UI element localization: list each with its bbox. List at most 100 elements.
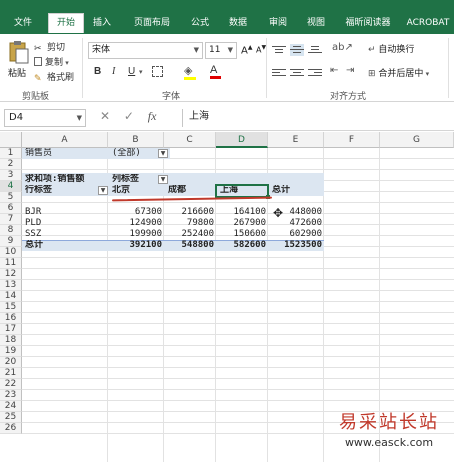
font-size-select[interactable]: 11 ▼	[205, 42, 237, 59]
column-header-e[interactable]: E	[268, 132, 324, 148]
row-header[interactable]: 25	[0, 412, 22, 423]
cancel-icon[interactable]: ✕	[100, 109, 110, 123]
row-header[interactable]: 9	[0, 236, 22, 247]
borders-icon[interactable]	[152, 66, 163, 77]
divider	[82, 38, 83, 98]
decrease-indent-icon[interactable]: ⇤	[330, 65, 338, 76]
underline-dropdown-icon[interactable]: ▾	[139, 68, 143, 76]
tab-data[interactable]: 数据	[222, 14, 254, 32]
tab-file[interactable]: 文件	[0, 14, 46, 32]
row-header[interactable]: 1	[0, 148, 22, 159]
wrap-text-button[interactable]: ↵ 自动换行	[368, 42, 414, 55]
cut-button[interactable]: ✂ 剪切	[34, 40, 65, 54]
column-header-a[interactable]: A	[22, 132, 108, 148]
tab-insert[interactable]: 插入	[86, 14, 118, 32]
row-labels-filter-icon[interactable]: ▼	[98, 186, 108, 195]
row-header[interactable]: 17	[0, 324, 22, 335]
row-header[interactable]: 7	[0, 214, 22, 225]
row-header[interactable]: 13	[0, 280, 22, 291]
insert-function-icon[interactable]: fx	[148, 109, 157, 123]
pivot-row-labels: 行标签	[25, 185, 53, 195]
pivot-total-value: 582600	[233, 240, 266, 250]
row-header[interactable]: 5	[0, 192, 22, 203]
row-header[interactable]: 15	[0, 302, 22, 313]
row-header[interactable]: 20	[0, 357, 22, 368]
row-gridline	[22, 356, 454, 357]
row-header[interactable]: 26	[0, 423, 22, 434]
fill-color-icon[interactable]: ◈	[184, 64, 196, 80]
tab-page-layout[interactable]: 页面布局	[124, 14, 180, 32]
tab-home[interactable]: 开始	[48, 13, 84, 33]
tab-acrobat[interactable]: ACROBAT	[402, 14, 454, 32]
row-header[interactable]: 18	[0, 335, 22, 346]
tab-formulas[interactable]: 公式	[184, 14, 216, 32]
row-gridline	[22, 312, 454, 313]
wrap-text-icon: ↵	[368, 45, 379, 55]
row-gridline	[22, 378, 454, 379]
align-top-icon[interactable]	[272, 44, 286, 56]
merge-center-button[interactable]: ⊞ 合并后居中 ▾	[368, 66, 429, 79]
grow-font-icon[interactable]: A▲	[241, 44, 252, 56]
row-header[interactable]: 23	[0, 390, 22, 401]
align-left-icon[interactable]	[272, 67, 286, 79]
paste-button-label[interactable]: 粘贴	[8, 66, 26, 79]
row-gridline	[22, 334, 454, 335]
alignment-group-label: 对齐方式	[330, 92, 367, 102]
row-header[interactable]: 6	[0, 203, 22, 214]
align-center-icon[interactable]	[290, 67, 304, 79]
tab-view[interactable]: 视图	[300, 14, 332, 32]
pivot-value: 79800	[186, 218, 214, 228]
font-color-icon[interactable]: A	[210, 64, 221, 79]
column-header-g[interactable]: G	[380, 132, 454, 148]
row-header[interactable]: 2	[0, 159, 22, 170]
pivot-col-labels: 列标签	[112, 174, 140, 184]
row-header[interactable]: 10	[0, 247, 22, 258]
watermark-logo: 易采站长站 www.easck.com	[330, 408, 448, 458]
font-name-select[interactable]: 宋体 ▼	[88, 42, 203, 59]
row-header[interactable]: 4	[0, 181, 22, 192]
filter-dropdown-icon[interactable]: ▼	[158, 149, 168, 158]
copy-button[interactable]: 复制 ▾	[34, 55, 69, 68]
pivot-value: 216600	[181, 207, 214, 217]
column-header-d[interactable]: D	[216, 132, 268, 148]
formula-input[interactable]: 上海	[182, 109, 454, 127]
row-header[interactable]: 3	[0, 170, 22, 181]
row-header[interactable]: 11	[0, 258, 22, 269]
pivot-total-value: 548800	[181, 240, 214, 250]
row-gridline	[22, 345, 454, 346]
orientation-icon[interactable]: ab↗	[332, 42, 353, 53]
confirm-icon[interactable]: ✓	[124, 109, 134, 123]
align-right-icon[interactable]	[308, 67, 322, 79]
column-header-b[interactable]: B	[108, 132, 164, 148]
bold-button[interactable]: B	[94, 66, 101, 77]
row-header[interactable]: 16	[0, 313, 22, 324]
col-labels-filter-icon[interactable]: ▼	[158, 175, 168, 184]
tab-foxit[interactable]: 福昕阅读器	[338, 14, 398, 32]
watermark-title: 易采站长站	[339, 412, 439, 433]
column-header-c[interactable]: C	[164, 132, 216, 148]
shrink-font-icon[interactable]: A▼	[256, 44, 266, 55]
row-header[interactable]: 21	[0, 368, 22, 379]
row-header[interactable]: 14	[0, 291, 22, 302]
underline-button[interactable]: U	[128, 66, 135, 77]
pivot-row-label: PLD	[25, 218, 42, 228]
pivot-col-header-chengdu: 成都	[168, 185, 187, 195]
column-header-f[interactable]: F	[324, 132, 380, 148]
name-box[interactable]: D4 ▼	[4, 109, 86, 127]
pivot-filter-value[interactable]: (全部)	[112, 148, 156, 159]
italic-button[interactable]: I	[112, 66, 115, 77]
select-all-corner[interactable]	[0, 132, 22, 148]
tab-review[interactable]: 审阅	[262, 14, 294, 32]
row-header[interactable]: 8	[0, 225, 22, 236]
paste-icon[interactable]	[8, 40, 30, 64]
align-middle-icon[interactable]	[290, 44, 304, 56]
row-header[interactable]: 24	[0, 401, 22, 412]
align-bottom-icon[interactable]	[308, 44, 322, 56]
row-header[interactable]: 22	[0, 379, 22, 390]
format-painter-button[interactable]: ✎ 格式刷	[34, 70, 74, 84]
row-gridline	[22, 389, 454, 390]
row-header[interactable]: 19	[0, 346, 22, 357]
row-header[interactable]: 12	[0, 269, 22, 280]
increase-indent-icon[interactable]: ⇥	[346, 65, 354, 76]
pivot-total-value: 392100	[129, 240, 162, 250]
